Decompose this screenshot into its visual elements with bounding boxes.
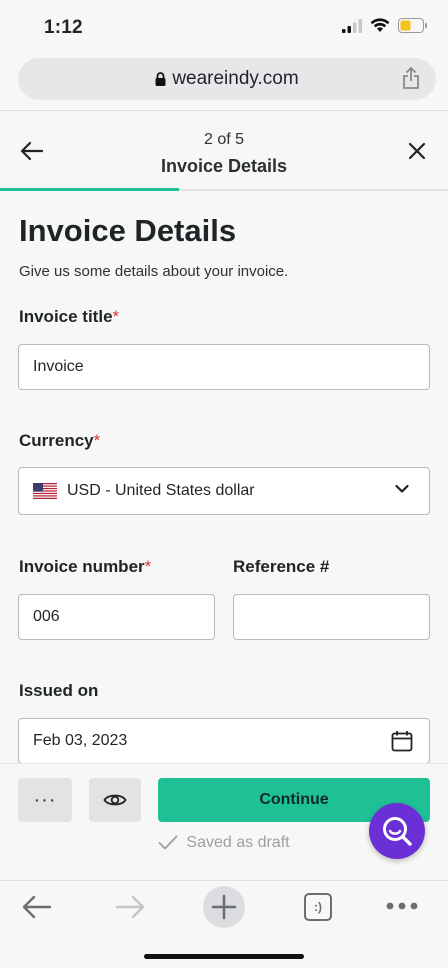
lock-icon	[155, 72, 166, 86]
issued-on-date-picker[interactable]: Feb 03, 2023	[18, 718, 430, 763]
battery-icon	[398, 18, 427, 33]
share-icon[interactable]	[402, 67, 420, 89]
browser-back-icon[interactable]	[22, 895, 52, 919]
reference-label: Reference #	[233, 557, 330, 576]
currency-label: Currency*	[19, 431, 100, 451]
wifi-icon	[370, 18, 390, 32]
checkmark-icon	[159, 835, 178, 850]
step-counter: 2 of 5	[203, 131, 245, 148]
preview-button[interactable]	[89, 778, 141, 822]
eye-icon	[103, 794, 127, 806]
us-flag-icon	[33, 483, 57, 499]
more-options-button[interactable]: ···	[18, 778, 72, 822]
home-indicator	[144, 954, 304, 959]
form-content: Invoice Details Give us some details abo…	[0, 191, 448, 763]
close-icon[interactable]	[408, 142, 426, 160]
browser-forward-icon[interactable]	[115, 895, 145, 919]
reference-input[interactable]	[233, 594, 430, 640]
currency-label-text: Currency	[19, 431, 94, 450]
header-title: Invoice Details	[160, 156, 288, 176]
url-text: weareindy.com	[172, 68, 299, 89]
new-tab-button[interactable]	[203, 886, 245, 928]
invoice-title-label: Invoice title*	[19, 307, 119, 327]
status-icons	[342, 18, 428, 33]
invoice-title-label-text: Invoice title	[19, 307, 113, 326]
chevron-down-icon	[395, 484, 409, 493]
search-help-fab[interactable]	[369, 803, 425, 859]
required-marker: *	[112, 307, 120, 326]
more-menu-icon[interactable]	[386, 902, 418, 910]
invoice-number-input[interactable]	[18, 594, 215, 640]
page-subtitle: Give us some details about your invoice.	[19, 263, 289, 280]
status-bar: 1:12	[0, 0, 448, 56]
invoice-title-input[interactable]	[18, 344, 430, 390]
required-marker: *	[93, 431, 101, 450]
cellular-signal-icon	[342, 18, 362, 33]
search-icon	[383, 817, 412, 846]
wizard-header: 2 of 5 Invoice Details	[0, 111, 448, 191]
tabs-button[interactable]: :)	[304, 893, 332, 921]
plus-icon	[211, 894, 237, 920]
calendar-icon[interactable]	[391, 730, 413, 752]
required-marker: *	[144, 557, 152, 576]
invoice-number-label-text: Invoice number	[19, 557, 145, 576]
address-bar[interactable]: weareindy.com	[18, 58, 436, 100]
issued-on-value: Feb 03, 2023	[33, 732, 128, 749]
invoice-number-label: Invoice number*	[19, 557, 151, 577]
saved-status-text: Saved as draft	[186, 834, 290, 851]
currency-value: USD - United States dollar	[67, 482, 255, 499]
status-time: 1:12	[44, 17, 83, 38]
issued-on-label: Issued on	[19, 681, 99, 700]
currency-select[interactable]: USD - United States dollar	[18, 467, 430, 515]
page-title: Invoice Details	[19, 213, 237, 248]
